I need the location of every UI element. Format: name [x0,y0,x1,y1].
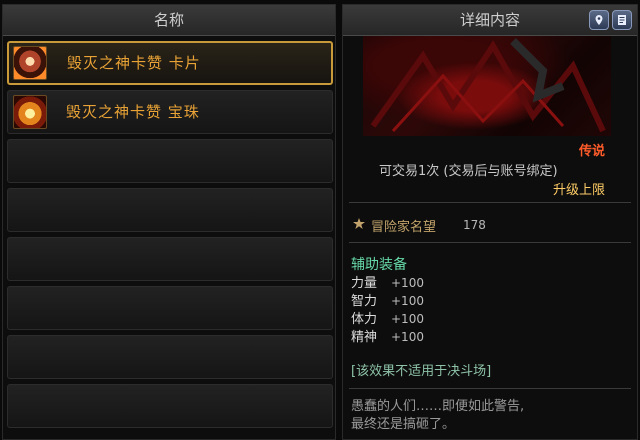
name-column-header: 名称 [3,5,335,36]
list-item-empty[interactable] [7,335,333,379]
stat-name: 力量 [351,276,378,291]
detail-header: 详细内容 [343,5,637,36]
item-name: 毁灭之神卡赞 卡片 [67,54,201,72]
flavor-line: 愚蠢的人们……即便如此警告, [351,399,525,414]
list-item-empty[interactable] [7,237,333,281]
list-item-empty[interactable] [7,188,333,232]
divider [349,388,631,389]
trade-info: 可交易1次 (交易后与账号绑定) [379,164,558,179]
stat-value: +100 [391,312,424,326]
stat-value: +100 [391,294,424,308]
item-list-panel: 名称 毁灭之神卡赞 卡片 毁灭之神卡赞 宝珠 [2,4,336,440]
document-icon[interactable] [612,10,632,30]
detail-panel: 详细内容 传说 可交易1次 (交易后与账号绑定) 升级上限 冒险家名望 178 … [342,4,638,440]
divider [349,242,631,243]
stat-list: 力量 +100 智力 +100 体力 +100 精神 +100 [351,272,424,345]
fame-label: 冒险家名望 [371,220,437,235]
stat-row: 力量 +100 [351,272,424,291]
stat-row: 体力 +100 [351,308,424,327]
item-artwork [363,36,611,136]
fame-icon [353,218,365,229]
list-item-empty[interactable] [7,286,333,330]
divider [349,202,631,203]
flavor-text: 愚蠢的人们……即便如此警告, 最终还是搞砸了。 [351,398,627,434]
fame-value: 178 [463,218,486,232]
rarity-label: 传说 [578,144,605,159]
item-detail: 传说 可交易1次 (交易后与账号绑定) 升级上限 冒险家名望 178 辅助装备 … [343,36,637,439]
stat-row: 精神 +100 [351,326,424,345]
upgrade-label: 升级上限 [552,183,605,198]
card-icon [13,46,47,80]
equipment-category: 辅助装备 [351,257,407,273]
pvp-restriction-note: [该效果不适用于决斗场] [351,364,492,379]
map-pin-icon[interactable] [589,10,609,30]
list-item-empty[interactable] [7,384,333,428]
stat-name: 智力 [351,294,378,309]
stat-value: +100 [391,276,424,290]
flavor-line: 最终还是搞砸了。 [351,417,456,432]
item-name: 毁灭之神卡赞 宝珠 [66,103,200,121]
stat-row: 智力 +100 [351,290,424,309]
stat-name: 体力 [351,312,378,327]
list-item-card[interactable]: 毁灭之神卡赞 卡片 [7,41,333,85]
item-list: 毁灭之神卡赞 卡片 毁灭之神卡赞 宝珠 [7,41,333,433]
list-item-orb[interactable]: 毁灭之神卡赞 宝珠 [7,90,333,134]
stat-name: 精神 [351,330,378,345]
detail-title: 详细内容 [459,11,520,29]
stat-value: +100 [391,330,424,344]
orb-icon [13,95,47,129]
list-item-empty[interactable] [7,139,333,183]
